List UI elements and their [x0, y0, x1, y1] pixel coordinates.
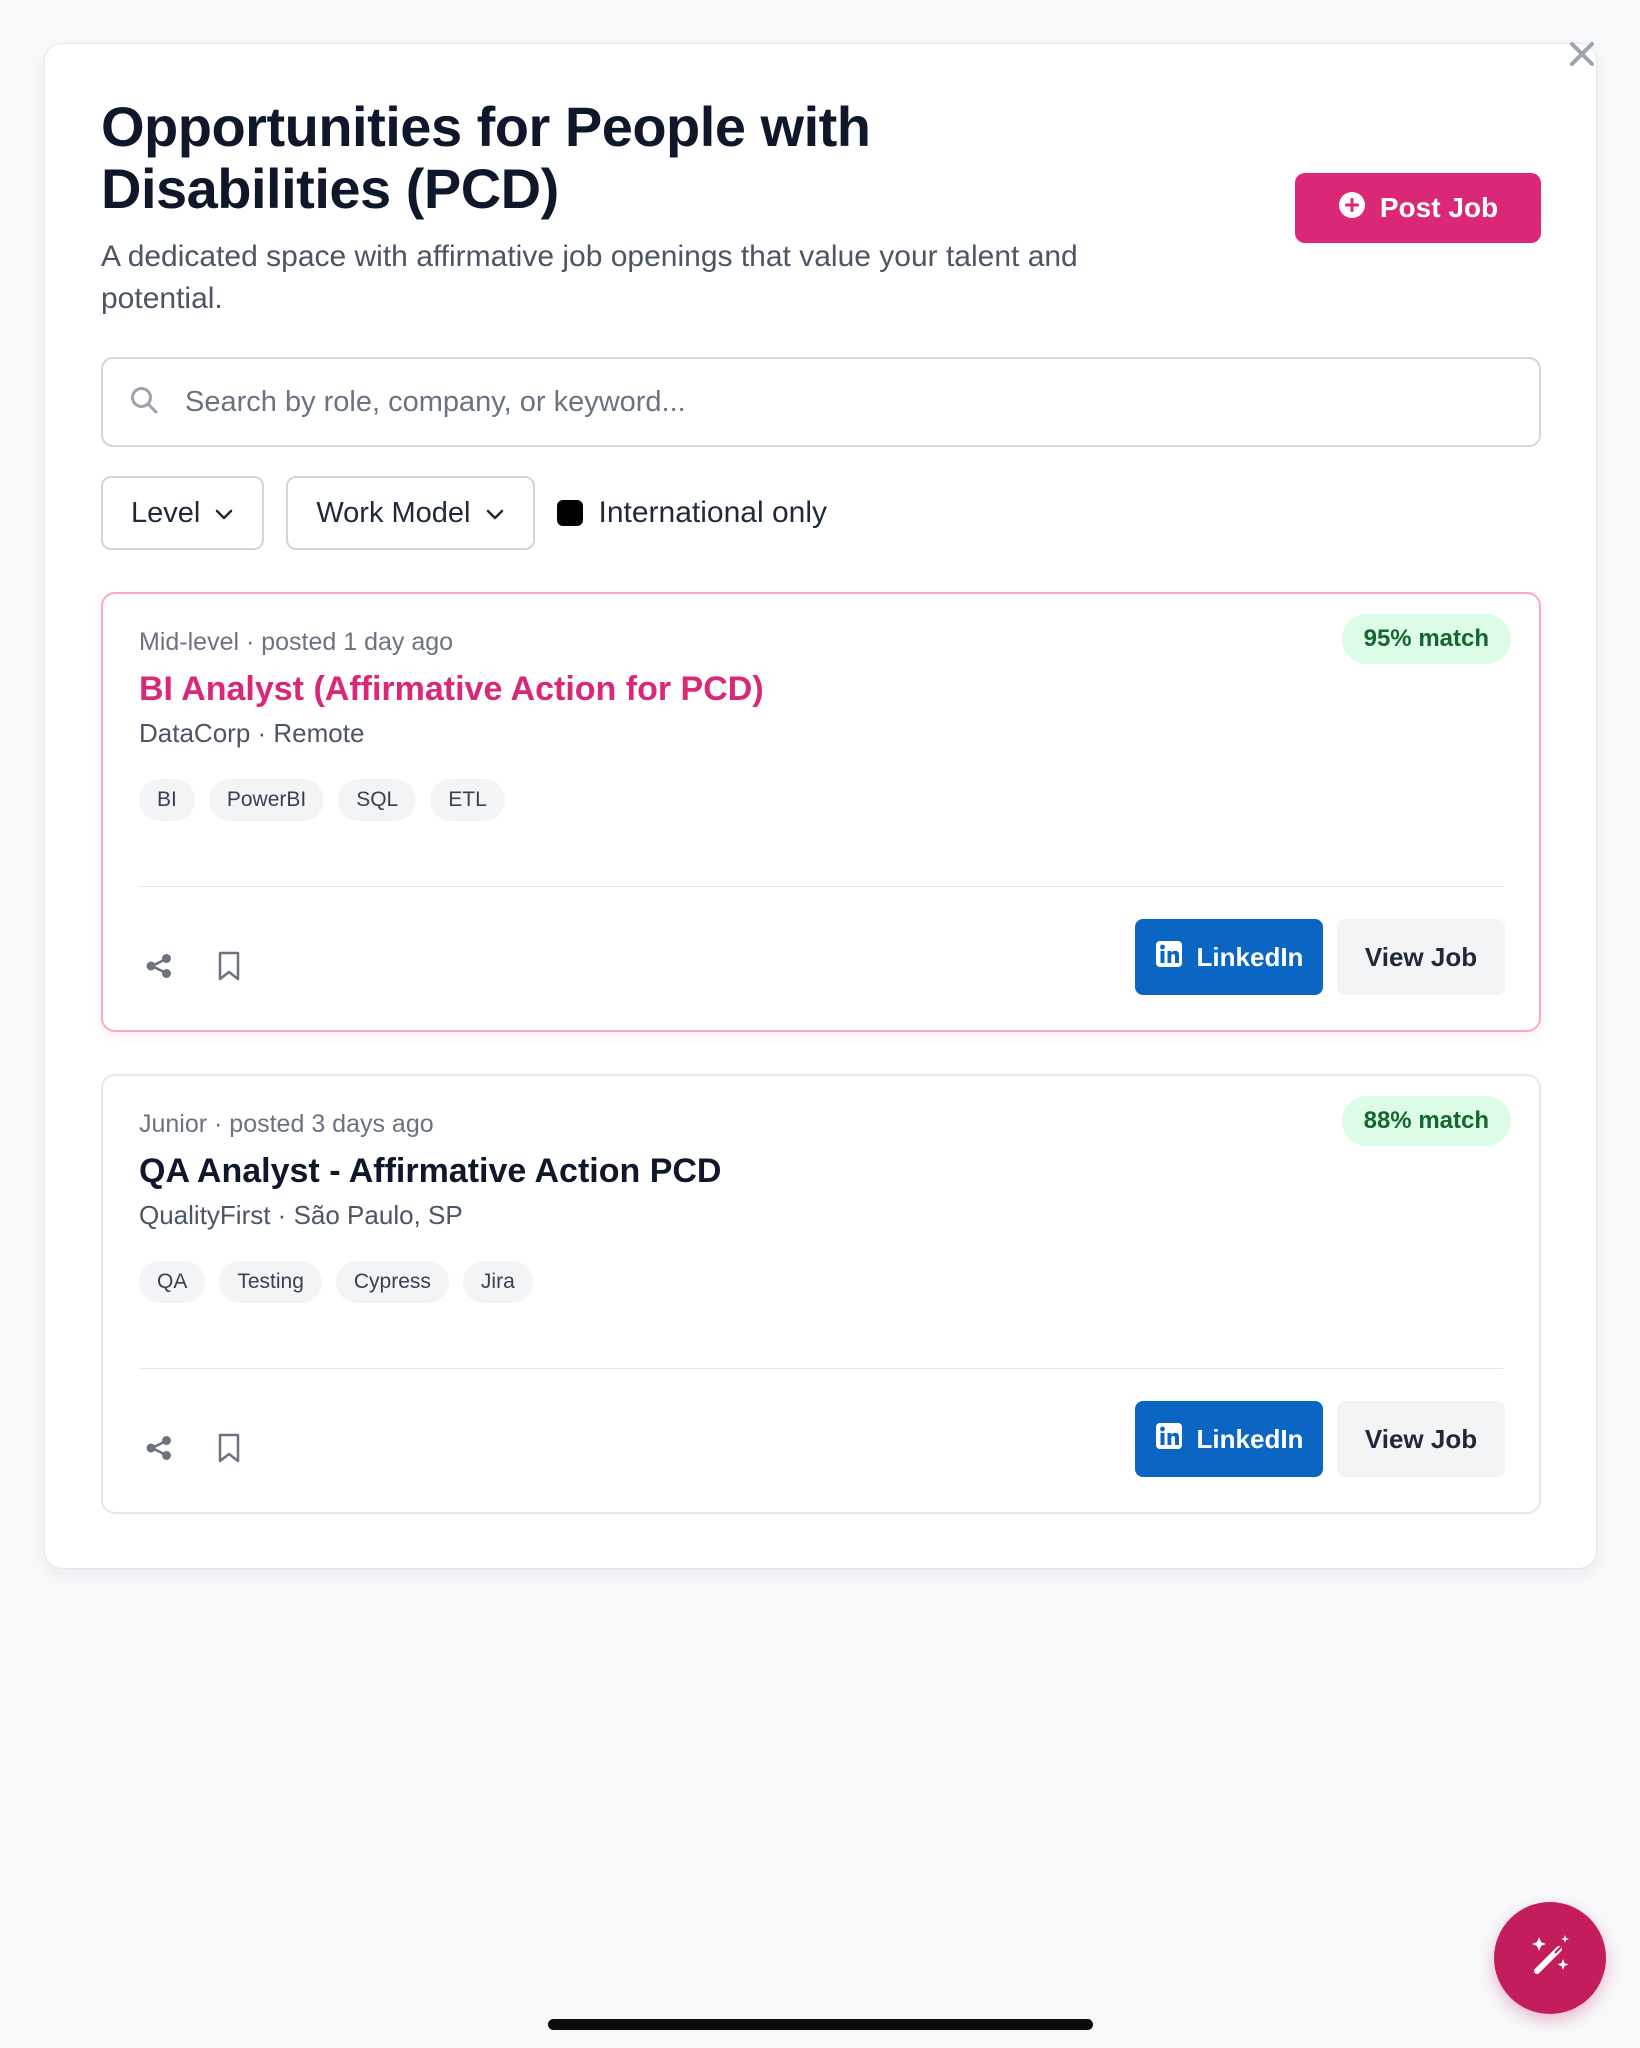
linkedin-button-label: LinkedIn	[1196, 1423, 1304, 1454]
international-filter: International only	[556, 496, 828, 530]
card-divider	[139, 1368, 1503, 1369]
opportunities-panel: Opportunities for People with Disabiliti…	[44, 43, 1597, 1569]
job-tag: Cypress	[335, 1261, 449, 1303]
bookmark-button[interactable]	[207, 1428, 251, 1472]
job-meta: Junior · posted 3 days ago	[139, 1110, 434, 1138]
work-model-dropdown[interactable]: Work Model	[286, 476, 535, 550]
job-tags: BI PowerBI SQL ETL	[139, 779, 505, 821]
magic-assistant-button[interactable]	[1494, 1902, 1606, 2014]
job-tag: ETL	[430, 779, 505, 821]
post-job-button[interactable]: Post Job	[1295, 173, 1541, 243]
job-company-location: DataCorp · Remote	[139, 718, 365, 748]
linkedin-button[interactable]: LinkedIn	[1135, 919, 1323, 995]
level-dropdown-label: Level	[131, 496, 201, 529]
match-badge: 95% match	[1341, 614, 1511, 664]
close-button[interactable]	[1562, 36, 1602, 76]
work-model-dropdown-label: Work Model	[316, 496, 471, 529]
share-icon	[144, 951, 174, 986]
linkedin-icon	[1155, 940, 1183, 975]
chevron-down-icon	[214, 497, 234, 530]
job-card[interactable]: Mid-level · posted 1 day ago BI Analyst …	[101, 592, 1541, 1032]
share-button[interactable]	[137, 1428, 181, 1472]
bookmark-button[interactable]	[207, 946, 251, 990]
card-divider	[139, 886, 1503, 887]
job-card[interactable]: Junior · posted 3 days ago QA Analyst - …	[101, 1074, 1541, 1514]
job-tag: Jira	[462, 1261, 533, 1303]
match-badge: 88% match	[1341, 1096, 1511, 1146]
share-icon	[144, 1433, 174, 1468]
linkedin-icon	[1155, 1422, 1183, 1457]
linkedin-button[interactable]: LinkedIn	[1135, 1401, 1323, 1477]
job-tag: SQL	[338, 779, 417, 821]
linkedin-button-label: LinkedIn	[1196, 941, 1304, 972]
plus-circle-icon	[1338, 191, 1366, 226]
view-job-button[interactable]: View Job	[1337, 919, 1505, 995]
page-subtitle: A dedicated space with affirmative job o…	[101, 240, 1078, 315]
search-icon	[129, 385, 159, 420]
bookmark-icon	[216, 1432, 242, 1469]
level-dropdown[interactable]: Level	[101, 476, 265, 550]
job-tags: QA Testing Cypress Jira	[139, 1261, 533, 1303]
job-meta: Mid-level · posted 1 day ago	[139, 628, 454, 656]
job-title[interactable]: BI Analyst (Affirmative Action for PCD)	[139, 670, 764, 709]
bookmark-icon	[216, 950, 242, 987]
post-job-label: Post Job	[1379, 192, 1499, 223]
job-tag: PowerBI	[208, 779, 325, 821]
filter-bar: Level Work Model International only	[101, 476, 827, 550]
magic-wand-icon	[1525, 1931, 1575, 1986]
search-input[interactable]	[185, 385, 1485, 419]
job-company-location: QualityFirst · São Paulo, SP	[139, 1200, 463, 1230]
chevron-down-icon	[485, 497, 505, 530]
job-tag: BI	[139, 779, 195, 821]
close-icon	[1567, 39, 1597, 74]
panel-header: Opportunities for People with Disabiliti…	[101, 96, 1101, 320]
page: Opportunities for People with Disabiliti…	[0, 0, 1640, 2048]
home-indicator	[548, 2019, 1093, 2030]
international-checkbox[interactable]	[556, 500, 583, 526]
job-title[interactable]: QA Analyst - Affirmative Action PCD	[139, 1152, 721, 1191]
share-button[interactable]	[137, 946, 181, 990]
job-tag: QA	[139, 1261, 206, 1303]
view-job-button[interactable]: View Job	[1337, 1401, 1505, 1477]
job-tag: Testing	[219, 1261, 322, 1303]
international-label: International only	[598, 496, 828, 529]
page-title: Opportunities for People with Disabiliti…	[101, 95, 871, 220]
search-bar	[101, 357, 1541, 447]
